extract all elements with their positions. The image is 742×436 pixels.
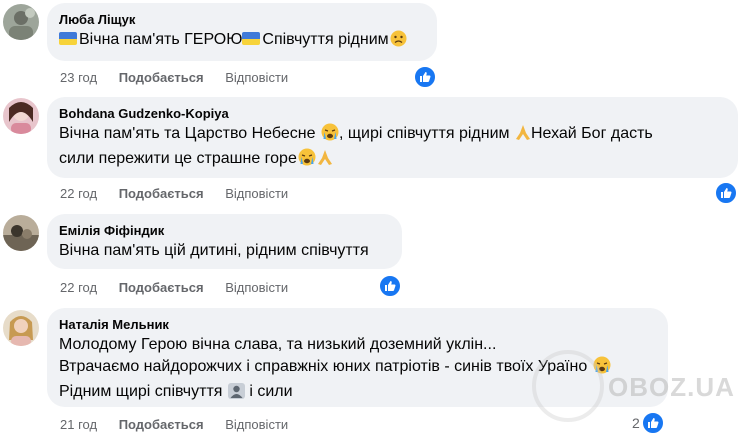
avatar[interactable] (3, 4, 39, 40)
comment-bubble: Люба Ліщук Вічна пам'ять ГЕРОЮ Співчуття … (47, 3, 437, 61)
reaction-count[interactable]: 2 (632, 415, 640, 431)
ukraine-flag-icon (242, 32, 261, 45)
avatar[interactable] (3, 215, 39, 251)
like-reaction-icon[interactable] (378, 274, 402, 298)
comment-text: Вічна пам'ять та Царство Небесне , щирі … (59, 123, 726, 148)
avatar[interactable] (3, 310, 39, 346)
comment-time[interactable]: 21 год (60, 417, 97, 432)
like-button[interactable]: Подобається (119, 280, 204, 295)
comment-time[interactable]: 23 год (60, 70, 97, 85)
watermark-logo-icon (532, 350, 604, 422)
comment-bubble: Емілія Фіфіндик Вічна пам'ять цій дитині… (47, 214, 402, 269)
avatar[interactable] (3, 98, 39, 134)
like-reaction-icon[interactable] (641, 411, 665, 435)
crying-face-icon (298, 148, 316, 173)
comment-text: Вічна пам'ять ГЕРОЮ Співчуття рідним (59, 29, 425, 54)
watermark: OBOZ.UA (608, 372, 735, 402)
comment-time[interactable]: 22 год (60, 280, 97, 295)
like-button[interactable]: Подобається (119, 417, 204, 432)
reply-button[interactable]: Відповісти (225, 70, 288, 85)
reply-button[interactable]: Відповісти (225, 280, 288, 295)
comment-text: сили пережити це страшне горе (59, 148, 726, 173)
sad-face-icon (390, 30, 407, 54)
comment-author[interactable]: Емілія Фіфіндик (59, 222, 390, 240)
comment-time[interactable]: 22 год (60, 186, 97, 201)
crying-face-icon (321, 123, 339, 148)
ukraine-flag-icon (59, 32, 77, 45)
like-button[interactable]: Подобається (119, 186, 204, 201)
comment-actions: 22 год Подобається Відповісти (60, 280, 306, 295)
comment-actions: 21 год Подобається Відповісти (60, 417, 306, 432)
comment-author[interactable]: Bohdana Gudzenko-Kopiya (59, 105, 726, 123)
reply-button[interactable]: Відповісти (225, 417, 288, 432)
comment-author[interactable]: Наталія Мельник (59, 316, 656, 334)
comment-actions: 23 год Подобається Відповісти (60, 70, 306, 85)
like-reaction-icon[interactable] (714, 181, 738, 205)
comment-actions: 22 год Подобається Відповісти (60, 186, 306, 201)
comment-bubble: Bohdana Gudzenko-Kopiya Вічна пам'ять та… (47, 97, 738, 178)
reply-button[interactable]: Відповісти (225, 186, 288, 201)
comment-text: Вічна пам'ять цій дитині, рідним співчут… (59, 242, 369, 259)
praying-hands-icon (317, 149, 333, 173)
comment-author[interactable]: Люба Ліщук (59, 11, 425, 29)
bust-silhouette-icon (227, 383, 245, 406)
like-reaction-icon[interactable] (413, 65, 437, 89)
like-button[interactable]: Подобається (119, 70, 204, 85)
praying-hands-icon (515, 124, 531, 148)
